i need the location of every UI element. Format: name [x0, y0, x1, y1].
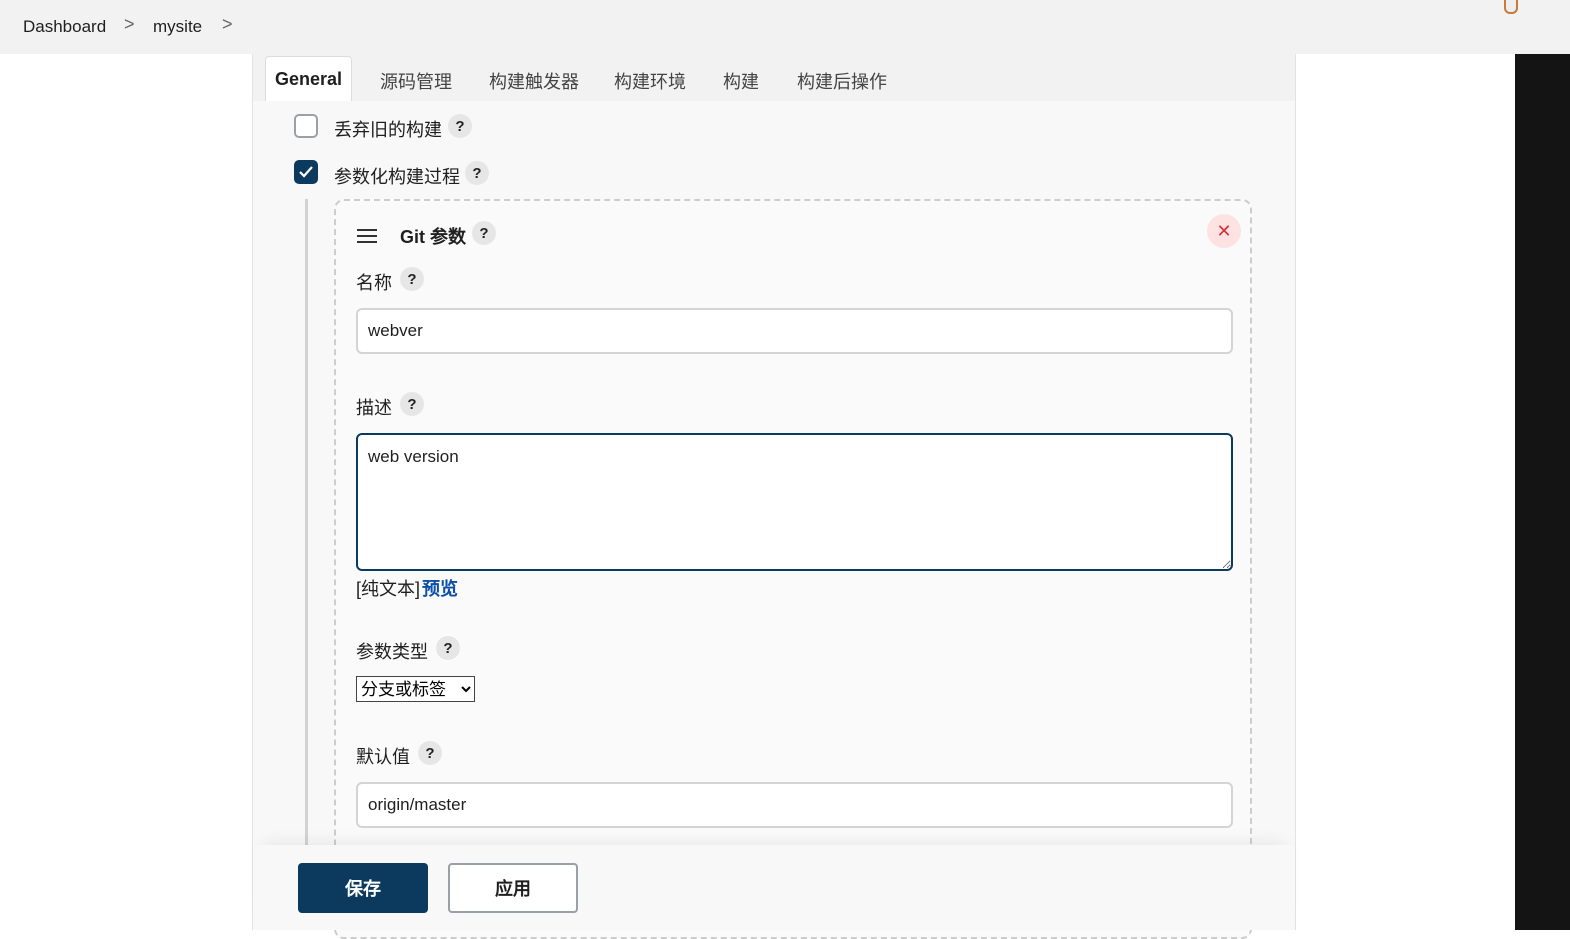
scrollbar-thumb[interactable]: [1504, 0, 1518, 14]
tab-post-build[interactable]: 构建后操作: [797, 68, 887, 94]
drag-handle-icon[interactable]: [357, 229, 377, 247]
param-type-select[interactable]: 分支或标签: [356, 676, 475, 702]
section-indent-line: [305, 199, 308, 930]
preview-link[interactable]: 预览: [422, 575, 458, 601]
tab-scm[interactable]: 源码管理: [380, 68, 452, 94]
help-icon[interactable]: ?: [436, 636, 460, 660]
breadcrumb-bar: Dashboard > mysite >: [0, 0, 1515, 54]
name-label: 名称: [356, 273, 392, 293]
action-bar: 保存 应用: [253, 845, 1295, 930]
tab-bar: General 源码管理 构建触发器 构建环境 构建 构建后操作: [253, 54, 1295, 101]
close-icon[interactable]: ✕: [1207, 214, 1241, 248]
window-edge-top: [1515, 0, 1570, 54]
help-icon[interactable]: ?: [472, 221, 496, 245]
discard-old-builds-checkbox[interactable]: [294, 114, 318, 138]
window-edge: [1515, 54, 1570, 930]
description-textarea[interactable]: web version: [356, 433, 1233, 571]
tab-build[interactable]: 构建: [723, 68, 759, 94]
plain-text-label: [纯文本]: [356, 579, 421, 599]
param-type-label: 参数类型: [356, 642, 428, 662]
save-button[interactable]: 保存: [298, 863, 428, 913]
default-value-label: 默认值: [356, 747, 410, 767]
name-input[interactable]: [356, 308, 1233, 354]
parameterized-checkbox[interactable]: [294, 160, 318, 184]
git-parameter-card: Git 参数 ? ✕ 名称 ? 描述 ? web version [纯文本] 预…: [334, 199, 1252, 939]
config-panel: General 源码管理 构建触发器 构建环境 构建 构建后操作 丢弃旧的构建 …: [252, 54, 1296, 939]
help-icon[interactable]: ?: [465, 161, 489, 185]
description-label: 描述: [356, 398, 392, 418]
discard-old-builds-label: 丢弃旧的构建: [334, 120, 442, 140]
card-title: Git 参数: [400, 227, 466, 247]
chevron-right-icon[interactable]: >: [222, 14, 233, 35]
tab-triggers[interactable]: 构建触发器: [489, 68, 579, 94]
default-value-input[interactable]: [356, 782, 1233, 828]
checkmark-icon: [299, 166, 313, 178]
help-icon[interactable]: ?: [400, 267, 424, 291]
help-icon[interactable]: ?: [448, 114, 472, 138]
breadcrumb-mysite[interactable]: mysite: [153, 17, 202, 37]
tab-environment[interactable]: 构建环境: [614, 68, 686, 94]
chevron-right-icon: >: [124, 14, 135, 34]
apply-button[interactable]: 应用: [448, 863, 578, 913]
tab-general[interactable]: General: [265, 56, 352, 101]
help-icon[interactable]: ?: [418, 741, 442, 765]
help-icon[interactable]: ?: [400, 392, 424, 416]
breadcrumb-dashboard[interactable]: Dashboard: [23, 17, 106, 37]
parameterized-label: 参数化构建过程: [334, 167, 460, 187]
